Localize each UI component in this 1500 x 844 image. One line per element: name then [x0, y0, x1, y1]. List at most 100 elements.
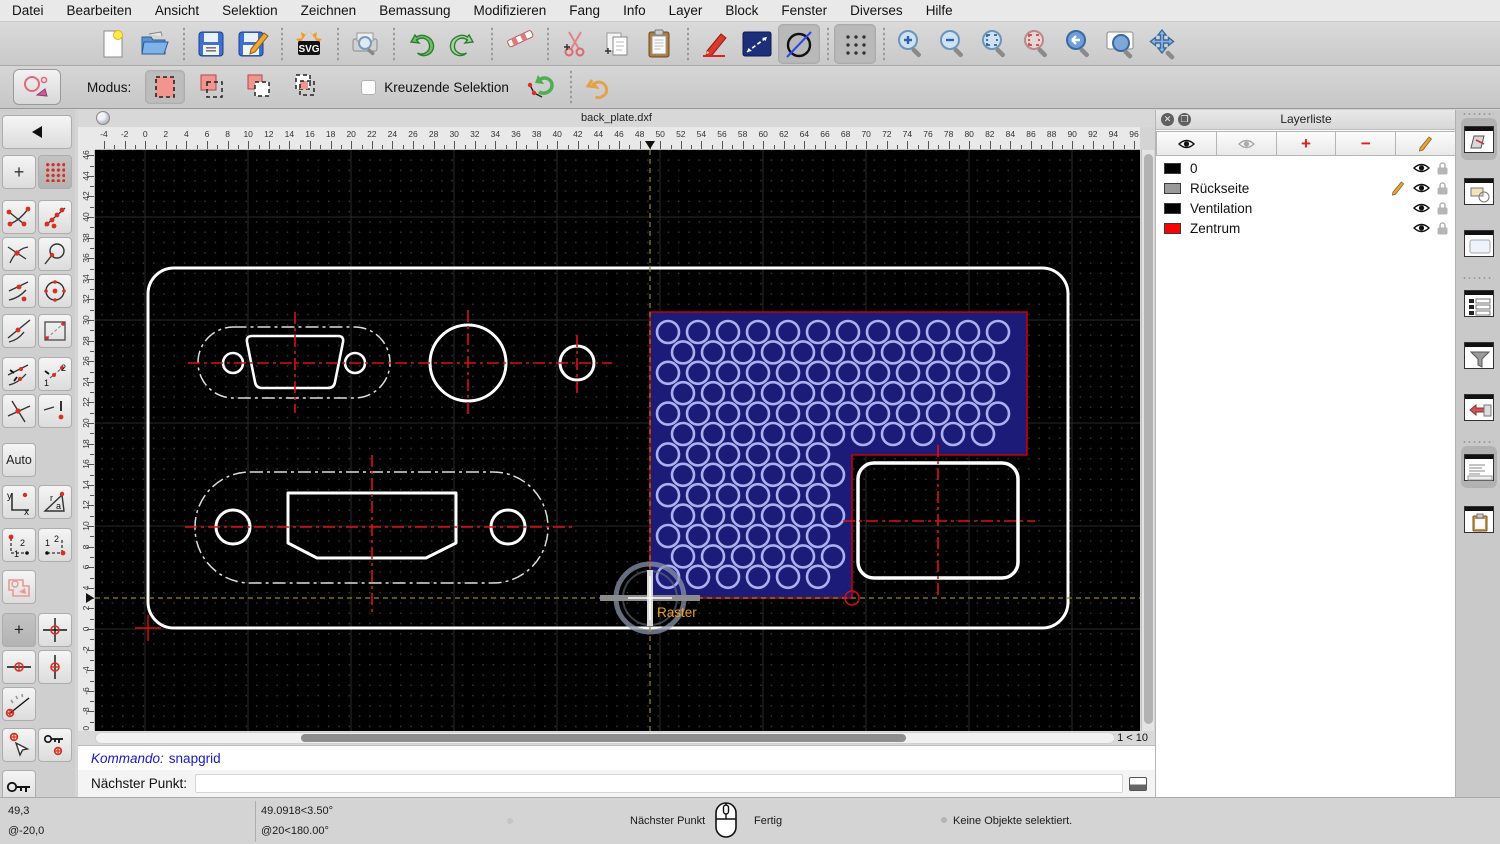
horizontal-scrollbar[interactable]: 1 < 10 — [78, 731, 1155, 745]
ventilation-region[interactable] — [649, 311, 1028, 599]
tangent-snap-icon[interactable] — [2, 314, 36, 348]
menu-info[interactable]: Info — [623, 3, 646, 18]
intersection-auto-icon[interactable] — [2, 237, 36, 271]
layer-row[interactable]: Ventilation — [1156, 198, 1456, 218]
clipboard-dock-icon[interactable] — [1461, 498, 1497, 540]
detach-icon[interactable]: ❐ — [1178, 113, 1191, 126]
layer-row[interactable]: Rückseite — [1156, 178, 1456, 198]
mode-remove-icon[interactable] — [239, 70, 279, 104]
menu-zeichnen[interactable]: Zeichnen — [301, 3, 357, 18]
save-icon[interactable] — [190, 24, 232, 64]
save-as-icon[interactable] — [232, 24, 274, 64]
draw-pencil-icon[interactable] — [694, 24, 736, 64]
layer-visible-eye-icon[interactable] — [1413, 162, 1430, 174]
selection-tool-button[interactable] — [13, 69, 61, 105]
relative-21-icon[interactable]: 12 — [38, 528, 72, 562]
layer-lock-icon[interactable] — [1437, 181, 1448, 195]
angle-gauge-icon[interactable] — [2, 687, 36, 721]
layer-visible-eye-icon[interactable] — [1413, 222, 1430, 234]
auto-snap-2-icon[interactable]: 12 — [38, 357, 72, 391]
layer-color-swatch[interactable] — [1164, 202, 1181, 214]
copy-icon[interactable] — [596, 24, 638, 64]
back-icon[interactable] — [2, 115, 72, 149]
dsub-connector[interactable] — [197, 326, 391, 399]
free-snap-icon[interactable]: + — [2, 155, 36, 189]
zoom-in-icon[interactable] — [890, 24, 932, 64]
menu-selektion[interactable]: Selektion — [222, 3, 278, 18]
layer-color-swatch[interactable] — [1164, 182, 1181, 194]
point-snap-icon[interactable] — [38, 200, 72, 234]
undo-icon[interactable] — [400, 24, 442, 64]
menu-layer[interactable]: Layer — [669, 3, 703, 18]
layer-lock-icon[interactable] — [1437, 201, 1448, 215]
restrict-none-icon[interactable]: + — [2, 613, 36, 647]
vertical-scrollbar[interactable] — [1141, 150, 1154, 731]
layer-row[interactable]: Zentrum — [1156, 218, 1456, 238]
mode-replace-icon[interactable] — [145, 70, 186, 104]
zoom-auto-icon[interactable] — [974, 24, 1016, 64]
layer-visible-eye-icon[interactable] — [1413, 202, 1430, 214]
show-all-eye-icon[interactable] — [1156, 131, 1217, 156]
menu-modifizieren[interactable]: Modifizieren — [474, 3, 547, 18]
selection-filter-dock-icon[interactable] — [1461, 334, 1497, 376]
zoom-selection-icon[interactable] — [1016, 24, 1058, 64]
entity-snap-icon[interactable] — [38, 237, 72, 271]
close-icon[interactable]: ✕ — [1161, 113, 1174, 126]
relative-12-icon[interactable]: 12 — [2, 528, 36, 562]
menu-fenster[interactable]: Fenster — [781, 3, 827, 18]
edit-layer-icon[interactable] — [1396, 131, 1456, 156]
menu-block[interactable]: Block — [725, 3, 758, 18]
library-browser-dock-icon[interactable] — [1461, 386, 1497, 428]
menu-bemassung[interactable]: Bemassung — [379, 3, 450, 18]
intersection-manual-icon[interactable] — [38, 394, 72, 428]
layer-list-dock-icon[interactable] — [1461, 118, 1497, 160]
endpoint-snap-icon[interactable] — [2, 200, 36, 234]
property-editor-dock-icon[interactable] — [1461, 282, 1497, 324]
reference-snap-icon[interactable] — [38, 314, 72, 348]
menu-hilfe[interactable]: Hilfe — [926, 3, 953, 18]
delete-icon[interactable] — [498, 24, 540, 64]
restrict-orthogonal-icon[interactable] — [38, 613, 72, 647]
menu-diverses[interactable]: Diverses — [850, 3, 903, 18]
layer-lock-icon[interactable] — [1437, 161, 1448, 175]
command-expand-button[interactable] — [1129, 776, 1147, 791]
add-layer-icon[interactable]: + — [1276, 131, 1337, 156]
center-snap-icon[interactable] — [38, 274, 72, 308]
open-folder-icon[interactable] — [134, 24, 176, 64]
block-list-dock-icon[interactable] — [1461, 170, 1497, 212]
coordinate-xy-icon[interactable]: yx — [2, 485, 36, 519]
hscroll-thumb[interactable] — [301, 734, 906, 742]
grid-snap-icon[interactable] — [38, 155, 72, 189]
restrict-horizontal-icon[interactable] — [2, 650, 36, 684]
command-input[interactable] — [195, 774, 1123, 793]
zoom-window-icon[interactable] — [1100, 24, 1142, 64]
auto-snap-1-icon[interactable] — [2, 357, 36, 391]
remove-layer-icon[interactable]: − — [1336, 131, 1397, 156]
layer-color-swatch[interactable] — [1164, 162, 1181, 174]
layer-visible-eye-icon[interactable] — [1413, 182, 1430, 194]
cut-icon[interactable] — [554, 24, 596, 64]
hide-all-eye-icon[interactable] — [1216, 131, 1277, 156]
paste-icon[interactable] — [638, 24, 680, 64]
restrict-shape-icon[interactable] — [2, 570, 36, 604]
zoom-previous-icon[interactable] — [1058, 24, 1100, 64]
layer-lock-icon[interactable] — [1437, 221, 1448, 235]
mode-add-icon[interactable] — [192, 70, 232, 104]
coordinate-polar-icon[interactable]: ra — [38, 485, 72, 519]
menu-ansicht[interactable]: Ansicht — [155, 3, 199, 18]
print-preview-icon[interactable] — [344, 24, 386, 64]
set-relative-zero-icon[interactable] — [2, 728, 36, 762]
view-list-dock-icon[interactable] — [1461, 222, 1497, 264]
drawing-canvas[interactable]: Raster — [95, 150, 1140, 731]
mode-intersect-icon[interactable] — [286, 70, 326, 104]
menu-bearbeiten[interactable]: Bearbeiten — [67, 3, 132, 18]
layer-row[interactable]: 0 — [1156, 158, 1456, 178]
undo-selection-icon[interactable] — [577, 67, 619, 107]
restore-selection-icon[interactable] — [519, 67, 563, 107]
new-file-icon[interactable] — [92, 24, 134, 64]
modify-circle-icon[interactable] — [778, 23, 820, 64]
crossing-selection-checkbox[interactable] — [361, 79, 377, 95]
zoom-out-icon[interactable] — [932, 24, 974, 64]
lock-relative-zero-icon[interactable] — [38, 728, 72, 762]
dimension-icon[interactable] — [736, 24, 778, 64]
